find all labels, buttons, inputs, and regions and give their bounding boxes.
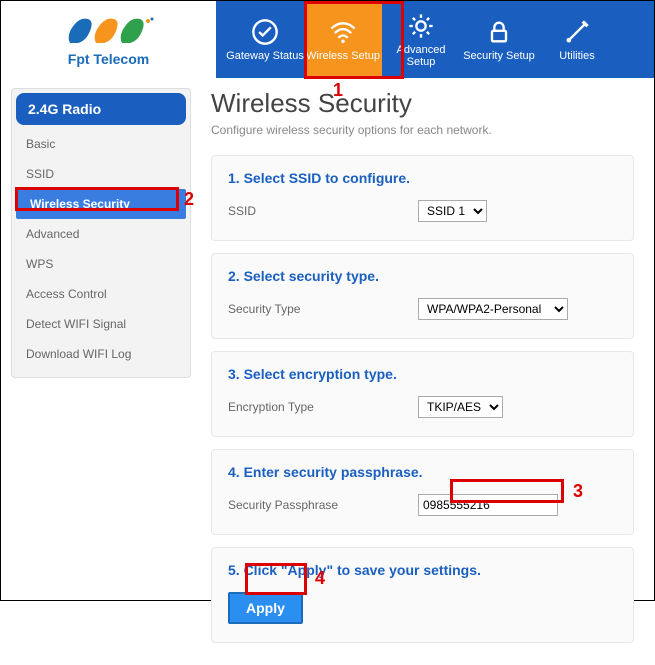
- panel-title: 4. Enter security passphrase.: [228, 464, 617, 480]
- ssid-select[interactable]: SSID 1: [418, 200, 487, 222]
- panel-encryption-type: 3. Select encryption type. Encryption Ty…: [211, 351, 634, 437]
- sidebar-item-wireless-security[interactable]: Wireless Security: [16, 189, 186, 219]
- sidebar: 2.4G Radio Basic SSID Wireless Security …: [11, 88, 191, 378]
- nav-label: Wireless Setup: [306, 50, 380, 62]
- sidebar-item-basic[interactable]: Basic: [12, 129, 190, 159]
- nav-wireless-setup[interactable]: Wireless Setup: [304, 1, 382, 78]
- page-title: Wireless Security: [211, 88, 634, 119]
- field-label-encryption-type: Encryption Type: [228, 400, 418, 414]
- panel-security-type: 2. Select security type. Security Type W…: [211, 253, 634, 339]
- sidebar-item-advanced[interactable]: Advanced: [12, 219, 190, 249]
- tools-icon: [563, 18, 591, 46]
- panel-ssid: 1. Select SSID to configure. SSID SSID 1: [211, 155, 634, 241]
- sidebar-item-download-log[interactable]: Download WIFI Log: [12, 339, 190, 369]
- encryption-type-select[interactable]: TKIP/AES: [418, 396, 503, 418]
- nav-label: Advanced Setup: [382, 44, 460, 68]
- brand-logo: Fpt Telecom: [1, 1, 216, 78]
- panel-title: 3. Select encryption type.: [228, 366, 617, 382]
- panel-title: 5. Click "Apply" to save your settings.: [228, 562, 617, 578]
- nav-advanced-setup[interactable]: Advanced Setup: [382, 1, 460, 78]
- wifi-icon: [329, 18, 357, 46]
- top-navigation: Gateway Status Wireless Setup Advanced S…: [216, 1, 654, 78]
- brand-name: Fpt Telecom: [68, 51, 149, 67]
- page-desc: Configure wireless security options for …: [211, 123, 634, 137]
- apply-button[interactable]: Apply: [228, 592, 303, 624]
- fpt-logo-icon: [64, 13, 154, 49]
- nav-label: Security Setup: [463, 50, 535, 62]
- sidebar-item-detect-wifi[interactable]: Detect WIFI Signal: [12, 309, 190, 339]
- nav-utilities[interactable]: Utilities: [538, 1, 616, 78]
- nav-gateway-status[interactable]: Gateway Status: [226, 1, 304, 78]
- sidebar-item-ssid[interactable]: SSID: [12, 159, 190, 189]
- field-label-ssid: SSID: [228, 204, 418, 218]
- sidebar-item-access-control[interactable]: Access Control: [12, 279, 190, 309]
- panel-title: 1. Select SSID to configure.: [228, 170, 617, 186]
- field-label-security-type: Security Type: [228, 302, 418, 316]
- panel-title: 2. Select security type.: [228, 268, 617, 284]
- nav-label: Gateway Status: [226, 50, 304, 62]
- sidebar-section-head: 2.4G Radio: [16, 93, 186, 125]
- passphrase-input[interactable]: [418, 494, 558, 516]
- nav-security-setup[interactable]: Security Setup: [460, 1, 538, 78]
- sidebar-item-wps[interactable]: WPS: [12, 249, 190, 279]
- nav-label: Utilities: [559, 50, 594, 62]
- panel-passphrase: 4. Enter security passphrase. Security P…: [211, 449, 634, 535]
- lock-icon: [485, 18, 513, 46]
- security-type-select[interactable]: WPA/WPA2-Personal: [418, 298, 568, 320]
- panel-apply: 5. Click "Apply" to save your settings. …: [211, 547, 634, 643]
- check-circle-icon: [251, 18, 279, 46]
- main-content: Wireless Security Configure wireless sec…: [211, 88, 644, 655]
- field-label-passphrase: Security Passphrase: [228, 498, 418, 512]
- gear-icon: [407, 12, 435, 40]
